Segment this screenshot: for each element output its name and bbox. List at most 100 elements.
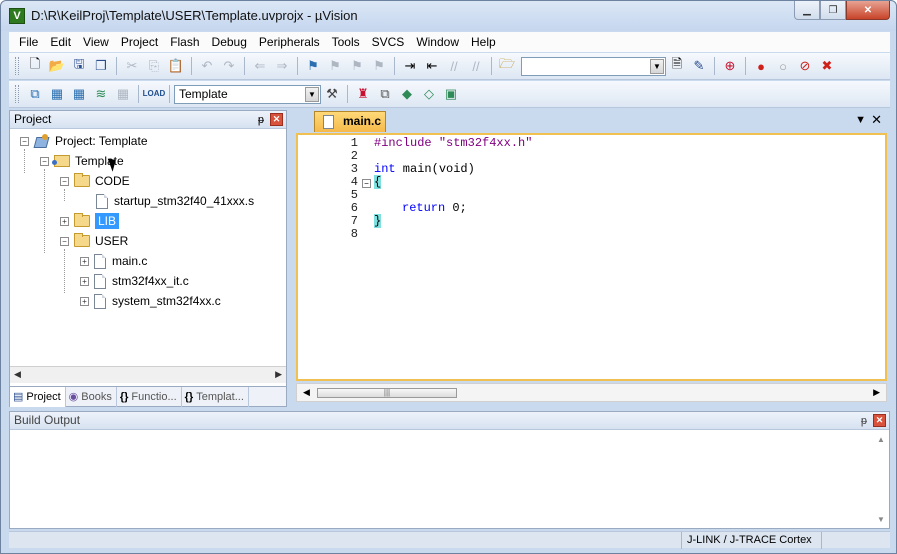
toolbar-grip[interactable] bbox=[15, 85, 19, 103]
rebuild-icon[interactable]: ▦ bbox=[68, 83, 90, 105]
code-editor[interactable]: 1 2 3 4 5 6 7 8 − #include "stm32f4xx.h"… bbox=[296, 133, 887, 381]
build-output-vscrollbar[interactable]: ▲ ▼ bbox=[873, 431, 889, 528]
scroll-right-icon[interactable]: ▶ bbox=[275, 369, 282, 380]
close-panel-icon[interactable]: ✕ bbox=[270, 113, 283, 126]
file-extensions-icon[interactable]: ♜ bbox=[352, 83, 374, 105]
tab-books[interactable]: ◉ Books bbox=[66, 387, 117, 407]
tab-templates-label: Templat... bbox=[196, 390, 244, 403]
scroll-left-icon[interactable]: ◀ bbox=[14, 369, 21, 380]
editor-vscrollbar[interactable] bbox=[871, 135, 885, 379]
menu-debug[interactable]: Debug bbox=[206, 33, 253, 51]
tree-item-file-main[interactable]: + main.c bbox=[80, 251, 147, 271]
project-hscrollbar[interactable]: ◀ ▶ bbox=[10, 366, 286, 383]
paste-icon[interactable]: 📋 bbox=[165, 55, 187, 77]
batch-build-icon[interactable]: ≋ bbox=[90, 83, 112, 105]
expand-icon[interactable]: + bbox=[60, 216, 69, 226]
target-select[interactable]: Template ▼ bbox=[174, 84, 321, 104]
find-icon[interactable]: 🗎 bbox=[666, 55, 688, 77]
menu-svcs[interactable]: SVCS bbox=[366, 33, 411, 51]
expand-icon[interactable]: + bbox=[80, 296, 89, 306]
menu-flash[interactable]: Flash bbox=[164, 33, 205, 51]
bookmark-icon[interactable]: ⚑ bbox=[302, 55, 324, 77]
clear-bookmarks-icon[interactable]: ⚑ bbox=[368, 55, 390, 77]
comment-icon[interactable]: // bbox=[443, 55, 465, 77]
navigate-forward-icon[interactable]: ⇒ bbox=[271, 55, 293, 77]
download-icon[interactable]: LOAD bbox=[143, 83, 166, 105]
tree-item-project-root[interactable]: − Project: Template bbox=[20, 131, 148, 151]
prev-bookmark-icon[interactable]: ⚑ bbox=[324, 55, 346, 77]
pack-installer-icon[interactable]: ▣ bbox=[440, 83, 462, 105]
cut-icon[interactable]: ✂ bbox=[121, 55, 143, 77]
tree-item-group-lib[interactable]: + LIB bbox=[60, 211, 120, 231]
manage-multi-project-icon[interactable]: ⧉ bbox=[374, 83, 396, 105]
close-window-button[interactable]: ✕ bbox=[846, 1, 890, 20]
scroll-thumb[interactable]: ||| bbox=[317, 388, 457, 398]
unindent-icon[interactable]: ⇤ bbox=[421, 55, 443, 77]
collapse-icon[interactable]: − bbox=[40, 156, 49, 166]
editor-tab-main-c[interactable]: main.c bbox=[314, 111, 386, 132]
collapse-icon[interactable]: − bbox=[60, 236, 69, 246]
build-icon[interactable]: ▦ bbox=[46, 83, 68, 105]
debug-session-icon[interactable]: ⊕ bbox=[719, 55, 741, 77]
collapse-icon[interactable]: − bbox=[20, 136, 29, 146]
manage-run-time-icon[interactable]: ◆ bbox=[396, 83, 418, 105]
incremental-find-icon[interactable]: ✎ bbox=[688, 55, 710, 77]
tree-item-group-code[interactable]: − CODE bbox=[60, 171, 130, 191]
menu-project[interactable]: Project bbox=[115, 33, 164, 51]
next-bookmark-icon[interactable]: ⚑ bbox=[346, 55, 368, 77]
collapse-icon[interactable]: − bbox=[60, 176, 69, 186]
tree-item-group-user[interactable]: − USER bbox=[60, 231, 128, 251]
copy-icon[interactable]: ⎘ bbox=[143, 55, 165, 77]
pin-icon[interactable]: ᵽ bbox=[861, 413, 867, 430]
tree-item-file-startup[interactable]: startup_stm32f40_41xxx.s bbox=[96, 191, 254, 211]
tab-list-dropdown-icon[interactable]: ▼ bbox=[855, 114, 866, 126]
toolbar-grip[interactable] bbox=[15, 57, 19, 75]
new-file-icon[interactable]: 🗋 bbox=[24, 55, 46, 77]
navigate-back-icon[interactable]: ⇐ bbox=[249, 55, 271, 77]
tab-templates[interactable]: {} Templat... bbox=[182, 387, 249, 407]
chevron-down-icon[interactable]: ▼ bbox=[650, 58, 664, 74]
insert-breakpoint-icon[interactable]: ● bbox=[750, 55, 772, 77]
expand-icon[interactable]: + bbox=[80, 276, 89, 286]
save-all-icon[interactable]: ❐ bbox=[90, 55, 112, 77]
uncomment-icon[interactable]: // bbox=[465, 55, 487, 77]
tab-project[interactable]: ▤ Project bbox=[10, 387, 66, 407]
menu-help[interactable]: Help bbox=[465, 33, 502, 51]
expand-icon[interactable]: + bbox=[80, 256, 89, 266]
find-in-files-icon[interactable]: 🗁 bbox=[496, 55, 518, 77]
menu-edit[interactable]: Edit bbox=[44, 33, 77, 51]
pin-icon[interactable]: ᵽ bbox=[258, 112, 264, 129]
target-options-icon[interactable]: ⚒ bbox=[321, 83, 343, 105]
open-file-icon[interactable]: 📂 bbox=[46, 55, 68, 77]
menu-peripherals[interactable]: Peripherals bbox=[253, 33, 326, 51]
tab-functions[interactable]: {} Functio... bbox=[117, 387, 182, 407]
kill-breakpoints-icon[interactable]: ✖ bbox=[816, 55, 838, 77]
scroll-left-icon[interactable]: ◀ bbox=[303, 387, 310, 398]
fold-collapse-icon[interactable]: − bbox=[362, 179, 371, 188]
disable-breakpoints-icon[interactable]: ⊘ bbox=[794, 55, 816, 77]
translate-icon[interactable]: ⧉ bbox=[24, 83, 46, 105]
menu-view[interactable]: View bbox=[77, 33, 115, 51]
redo-icon[interactable]: ↷ bbox=[218, 55, 240, 77]
stop-build-icon[interactable]: ▦ bbox=[112, 83, 134, 105]
menu-file[interactable]: File bbox=[9, 33, 44, 51]
tree-item-file-it[interactable]: + stm32f4xx_it.c bbox=[80, 271, 189, 291]
enable-breakpoint-icon[interactable]: ○ bbox=[772, 55, 794, 77]
minimize-button[interactable]: ▁ bbox=[794, 1, 820, 20]
tree-item-file-system[interactable]: + system_stm32f4xx.c bbox=[80, 291, 221, 311]
save-icon[interactable]: 🖫 bbox=[68, 55, 90, 77]
indent-icon[interactable]: ⇥ bbox=[399, 55, 421, 77]
scroll-right-icon[interactable]: ▶ bbox=[873, 387, 880, 398]
undo-icon[interactable]: ↶ bbox=[196, 55, 218, 77]
close-tab-icon[interactable]: ✕ bbox=[871, 112, 882, 128]
select-packs-icon[interactable]: ◇ bbox=[418, 83, 440, 105]
restore-button[interactable]: ❐ bbox=[820, 1, 846, 20]
close-panel-icon[interactable]: ✕ bbox=[873, 414, 886, 427]
scroll-down-icon[interactable]: ▼ bbox=[877, 515, 885, 524]
scroll-up-icon[interactable]: ▲ bbox=[877, 435, 885, 444]
editor-hscrollbar[interactable]: ◀ ||| ▶ bbox=[296, 383, 887, 402]
chevron-down-icon[interactable]: ▼ bbox=[305, 86, 319, 102]
find-combobox[interactable]: ▼ bbox=[521, 56, 666, 76]
menu-window[interactable]: Window bbox=[410, 33, 465, 51]
menu-tools[interactable]: Tools bbox=[326, 33, 366, 51]
